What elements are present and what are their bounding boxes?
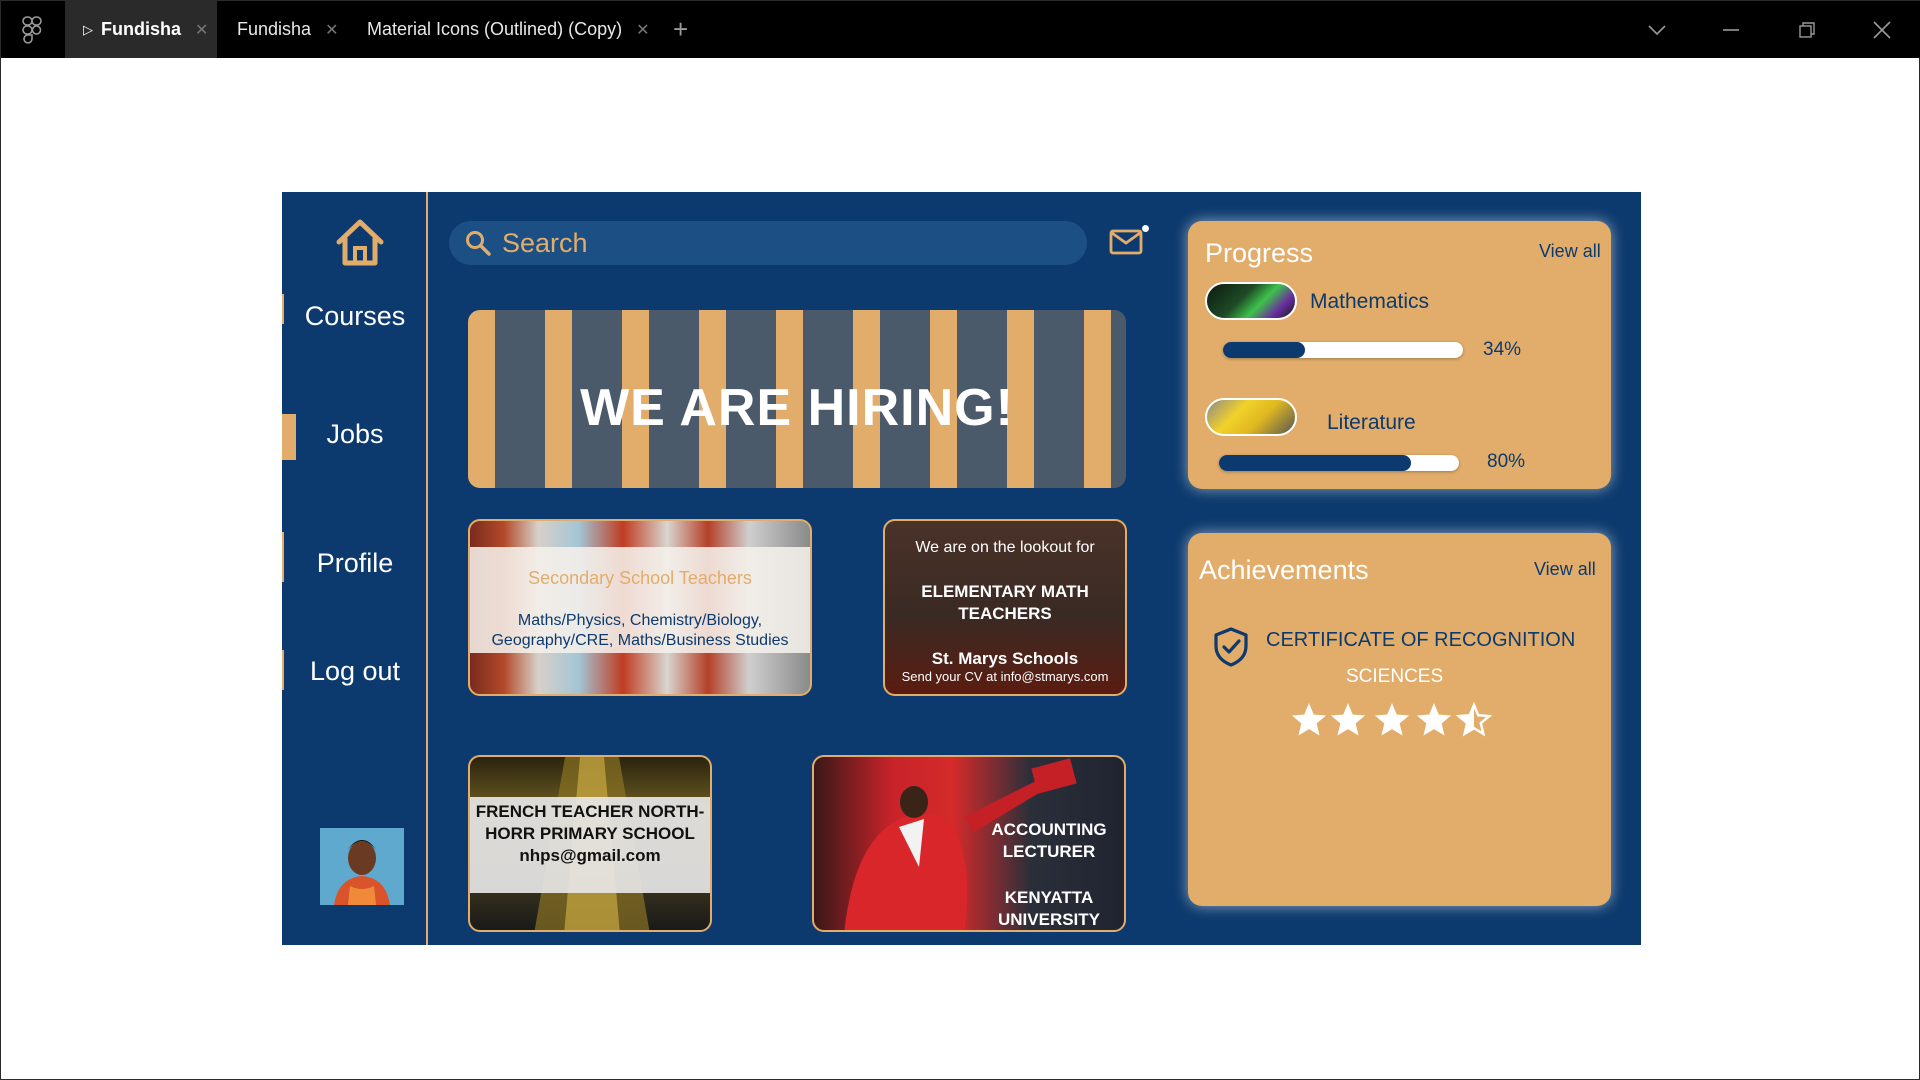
- job-card-math-teachers[interactable]: We are on the lookout for ELEMENTARY MAT…: [883, 519, 1127, 696]
- literature-thumbnail[interactable]: [1205, 398, 1297, 436]
- tab-label: Material Icons (Outlined) (Copy): [367, 19, 623, 39]
- figma-logo-icon[interactable]: [21, 16, 43, 44]
- new-tab-icon[interactable]: +: [673, 14, 688, 45]
- chevron-down-icon[interactable]: [1627, 1, 1687, 58]
- progress-title: Progress: [1205, 238, 1314, 268]
- close-window-icon[interactable]: [1852, 1, 1912, 58]
- job-title: ELEMENTARY MATH TEACHERS: [921, 582, 1089, 623]
- progress-panel: Progress View all Mathematics 34% Litera…: [1188, 221, 1611, 489]
- close-tab-icon[interactable]: ✕: [325, 20, 338, 40]
- verified-shield-icon: [1214, 627, 1248, 667]
- banner-text: WE ARE HIRING!: [580, 379, 1014, 437]
- title-bar: ▷ Fundisha ✕ Fundisha ✕ Material Icons (…: [1, 1, 1920, 58]
- fundisha-app: Courses Jobs Profile Log out Search WE A…: [282, 192, 1641, 945]
- subject-name-mathematics[interactable]: Mathematics: [1310, 290, 1429, 314]
- achievements-panel: Achievements View all CERTIFICATE OF REC…: [1188, 533, 1611, 906]
- close-tab-icon[interactable]: ✕: [636, 20, 649, 40]
- avatar[interactable]: [320, 828, 404, 905]
- job-card-accounting-lecturer[interactable]: ACCOUNTING LECTURER KENYATTA UNIVERSITY: [812, 755, 1126, 932]
- star-filled-icon: [1374, 703, 1410, 736]
- sidebar-item-profile[interactable]: Profile: [282, 548, 428, 579]
- mathematics-thumbnail[interactable]: [1205, 282, 1297, 320]
- job-title: ACCOUNTING LECTURER: [991, 820, 1107, 861]
- job-card-french-teacher[interactable]: FRENCH TEACHER NORTH-HORR PRIMARY SCHOOL…: [468, 755, 712, 932]
- certificate-title[interactable]: CERTIFICATE OF RECOGNITION: [1266, 629, 1575, 652]
- certificate-field: SCIENCES: [1346, 666, 1444, 687]
- minimize-icon[interactable]: [1701, 1, 1761, 58]
- subject-name-literature[interactable]: Literature: [1327, 411, 1416, 435]
- search-input[interactable]: Search: [502, 228, 588, 259]
- mail-icon[interactable]: [1109, 227, 1143, 257]
- progress-fill: [1219, 455, 1411, 471]
- job-school: KENYATTA UNIVERSITY: [997, 888, 1101, 929]
- notification-dot: [1142, 225, 1149, 232]
- restore-icon[interactable]: [1777, 1, 1837, 58]
- sidebar: Courses Jobs Profile Log out: [282, 192, 428, 945]
- hiring-banner[interactable]: WE ARE HIRING!: [468, 310, 1126, 488]
- sidebar-item-courses[interactable]: Courses: [282, 301, 428, 332]
- play-icon: ▷: [83, 21, 93, 37]
- home-icon[interactable]: [335, 218, 385, 266]
- achievements-title: Achievements: [1199, 555, 1369, 585]
- job-intro: We are on the lookout for: [915, 539, 1095, 556]
- tab-label: Fundisha: [101, 19, 181, 39]
- job-card-secondary-teachers[interactable]: Secondary School Teachers Maths/Physics,…: [468, 519, 812, 696]
- progress-fill: [1223, 342, 1305, 358]
- star-filled-icon: [1416, 703, 1452, 736]
- job-text: FRENCH TEACHER NORTH-HORR PRIMARY SCHOOL…: [475, 802, 705, 865]
- job-contact: Send your CV at info@stmarys.com: [901, 669, 1109, 684]
- sidebar-item-logout[interactable]: Log out: [282, 656, 428, 687]
- tab-label: Fundisha: [237, 19, 312, 39]
- app-window: ▷ Fundisha ✕ Fundisha ✕ Material Icons (…: [0, 0, 1920, 1080]
- progress-view-all-link[interactable]: View all: [1539, 241, 1601, 262]
- tab-fundisha[interactable]: Fundisha ✕: [217, 1, 338, 58]
- rating-stars: [1291, 701, 1493, 737]
- mathematics-percent: 34%: [1483, 339, 1522, 360]
- tab-fundisha-active[interactable]: ▷ Fundisha ✕: [65, 1, 217, 58]
- literature-progress-bar: [1219, 455, 1459, 471]
- star-filled-icon: [1330, 703, 1366, 736]
- achievements-view-all-link[interactable]: View all: [1534, 559, 1596, 580]
- tab-material-icons[interactable]: Material Icons (Outlined) (Copy) ✕: [349, 1, 659, 58]
- search-icon: [466, 231, 491, 256]
- job-title: Secondary School Teachers: [528, 568, 752, 588]
- job-school: St. Marys Schools: [931, 649, 1079, 668]
- close-tab-icon[interactable]: ✕: [195, 20, 208, 40]
- sidebar-item-jobs[interactable]: Jobs: [282, 419, 428, 450]
- mathematics-progress-bar: [1223, 342, 1463, 358]
- literature-percent: 80%: [1487, 451, 1526, 472]
- star-filled-icon: [1291, 703, 1327, 736]
- search-bar[interactable]: Search: [449, 221, 1087, 265]
- job-subjects: Maths/Physics, Chemistry/Biology, Geogra…: [491, 612, 789, 649]
